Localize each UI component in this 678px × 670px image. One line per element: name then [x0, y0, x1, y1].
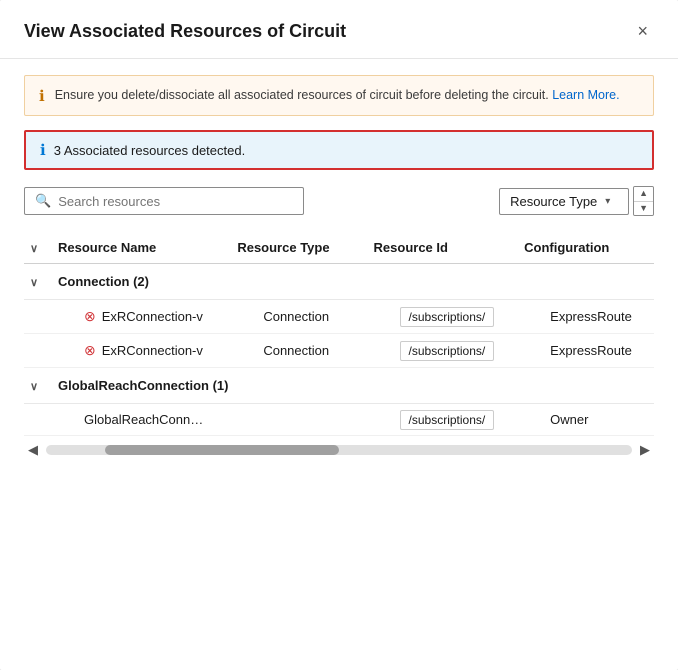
table-row: ⊗ ExRConnection-v Connection /subscripti…	[24, 334, 654, 368]
group-name: Connection (2)	[58, 274, 149, 289]
resource-type-cell: Connection	[231, 300, 367, 334]
th-expand: ∨	[24, 232, 52, 264]
horizontal-scrollbar[interactable]: ◀ ▶	[24, 436, 654, 470]
table-header-row: ∨ Resource Name Resource Type Resource I…	[24, 232, 654, 264]
table-body: ∨ Connection (2) ⊗ ExRConnection-v Conne…	[24, 264, 654, 436]
row-expand-cell	[24, 404, 52, 436]
group-expand-icon[interactable]: ∨	[30, 277, 38, 289]
warning-banner: ℹ Ensure you delete/dissociate all assoc…	[24, 75, 654, 116]
scrollbar-thumb[interactable]	[105, 445, 339, 455]
sort-buttons: ▲ ▼	[633, 186, 654, 216]
filter-label: Resource Type	[510, 194, 597, 209]
group-row: ∨ GlobalReachConnection (1)	[24, 368, 654, 404]
row-expand-cell	[24, 334, 52, 368]
group-label-cell: Connection (2)	[52, 264, 654, 300]
table-row: ⊗ ExRConnection-v Connection /subscripti…	[24, 300, 654, 334]
resource-config-cell: Owner	[518, 404, 654, 436]
resource-id-cell: /subscriptions/	[368, 334, 519, 368]
resource-config-cell: ExpressRoute	[518, 300, 654, 334]
dialog-container: View Associated Resources of Circuit × ℹ…	[0, 0, 678, 670]
scroll-left-button[interactable]: ◀	[24, 442, 42, 458]
resource-name-cell: GlobalReachConnect	[52, 404, 231, 436]
resource-type-cell	[231, 404, 367, 436]
resource-table: ∨ Resource Name Resource Type Resource I…	[24, 232, 654, 436]
th-resource-type: Resource Type	[231, 232, 367, 264]
group-name: GlobalReachConnection (1)	[58, 378, 228, 393]
warning-icon: ℹ	[39, 87, 45, 105]
resource-id-cell: /subscriptions/	[368, 404, 519, 436]
resource-table-container: ∨ Resource Name Resource Type Resource I…	[24, 232, 654, 436]
th-resource-name: Resource Name	[52, 232, 231, 264]
resource-id-value: /subscriptions/	[400, 341, 495, 361]
close-button[interactable]: ×	[631, 20, 654, 42]
resource-name-text: GlobalReachConnect	[84, 412, 204, 427]
resource-type-cell: Connection	[231, 334, 367, 368]
learn-more-link[interactable]: Learn More.	[552, 88, 619, 102]
resource-config-cell: ExpressRoute	[518, 334, 654, 368]
filter-group: Resource Type ▾ ▲ ▼	[499, 186, 654, 216]
resource-name-cell: ⊗ ExRConnection-v	[52, 300, 231, 334]
sort-asc-button[interactable]: ▲	[634, 187, 653, 202]
warning-text: Ensure you delete/dissociate all associa…	[55, 86, 620, 105]
filter-dropdown[interactable]: Resource Type ▾	[499, 188, 629, 215]
search-box[interactable]: 🔍	[24, 187, 304, 215]
sort-desc-button[interactable]: ▼	[634, 202, 653, 216]
info-text: 3 Associated resources detected.	[54, 143, 246, 158]
dialog-body: ℹ Ensure you delete/dissociate all assoc…	[0, 59, 678, 670]
dialog-title: View Associated Resources of Circuit	[24, 21, 346, 42]
th-configuration: Configuration	[518, 232, 654, 264]
toolbar: 🔍 Resource Type ▾ ▲ ▼	[24, 186, 654, 216]
group-expand-icon[interactable]: ∨	[30, 381, 38, 393]
resource-config-value: Owner	[550, 412, 588, 427]
search-icon: 🔍	[35, 193, 51, 209]
resource-type-value: Connection	[263, 309, 329, 324]
resource-name-cell: ⊗ ExRConnection-v	[52, 334, 231, 368]
resource-id-cell: /subscriptions/	[368, 300, 519, 334]
resource-name-text: ExRConnection-v	[102, 343, 203, 358]
row-status-icon: ⊗	[84, 342, 96, 359]
scroll-right-button[interactable]: ▶	[636, 442, 654, 458]
info-bar: ℹ 3 Associated resources detected.	[24, 130, 654, 170]
chevron-down-icon: ▾	[605, 196, 610, 207]
table-row: GlobalReachConnect /subscriptions/ Owner	[24, 404, 654, 436]
info-icon: ℹ	[40, 141, 46, 159]
dialog-header: View Associated Resources of Circuit ×	[0, 0, 678, 59]
resource-id-value: /subscriptions/	[400, 307, 495, 327]
scrollbar-track[interactable]	[46, 445, 632, 455]
group-row: ∨ Connection (2)	[24, 264, 654, 300]
resource-config-value: ExpressRoute	[550, 309, 632, 324]
group-expand-cell: ∨	[24, 264, 52, 300]
group-label-cell: GlobalReachConnection (1)	[52, 368, 654, 404]
expand-all-icon[interactable]: ∨	[30, 243, 38, 255]
group-expand-cell: ∨	[24, 368, 52, 404]
resource-id-value: /subscriptions/	[400, 410, 495, 430]
resource-name-text: ExRConnection-v	[102, 309, 203, 324]
th-resource-id: Resource Id	[368, 232, 519, 264]
row-status-icon: ⊗	[84, 308, 96, 325]
search-input[interactable]	[58, 194, 293, 209]
resource-config-value: ExpressRoute	[550, 343, 632, 358]
row-expand-cell	[24, 300, 52, 334]
resource-type-value: Connection	[263, 343, 329, 358]
